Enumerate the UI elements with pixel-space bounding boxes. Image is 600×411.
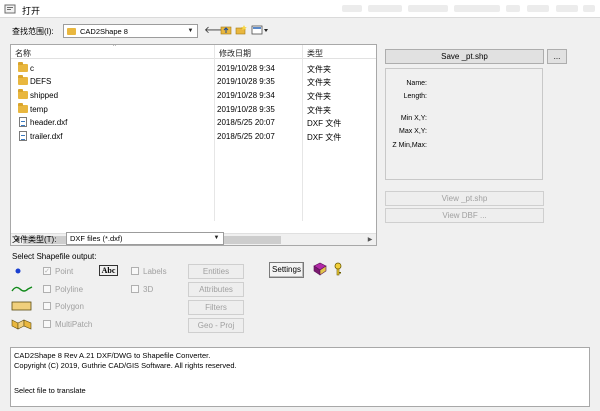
settings-button[interactable]: Settings xyxy=(269,262,304,278)
file-type: 文件夹 xyxy=(307,65,331,74)
multipatch-label: MultiPatch xyxy=(55,320,93,329)
blurred-title-text xyxy=(454,5,500,12)
new-folder-icon[interactable] xyxy=(234,24,248,38)
blurred-title-text xyxy=(408,5,448,12)
window-title: 打开 xyxy=(22,6,41,16)
file-date: 2018/5/25 20:07 xyxy=(217,118,275,127)
polygon-checkbox[interactable] xyxy=(43,302,51,310)
folder-icon xyxy=(67,28,76,35)
status-line-2: Copyright (C) 2019, Guthrie CAD/GIS Soft… xyxy=(14,361,237,370)
entities-button[interactable]: Entities xyxy=(188,264,244,279)
labels-label: Labels xyxy=(143,267,167,276)
polyline-checkbox[interactable] xyxy=(43,285,51,293)
folder-icon xyxy=(18,62,28,72)
labels-checkbox[interactable] xyxy=(131,267,139,275)
list-item[interactable]: shipped 2019/10/28 9:34 文件夹 xyxy=(11,89,376,102)
lookin-value: CAD2Shape 8 xyxy=(80,27,128,36)
folder-icon xyxy=(18,103,28,113)
status-line-3: Select file to translate xyxy=(14,386,86,395)
point-checkbox[interactable]: ✓ xyxy=(43,267,51,275)
point-icon xyxy=(15,268,21,274)
folder-icon xyxy=(18,75,28,85)
file-date: 2019/10/28 9:34 xyxy=(217,64,275,73)
save-shp-button[interactable]: Save _pt.shp xyxy=(385,49,544,64)
dxf-file-icon xyxy=(19,131,27,141)
multipatch-checkbox[interactable] xyxy=(43,320,51,328)
attributes-button[interactable]: Attributes xyxy=(188,282,244,297)
browse-button[interactable]: ... xyxy=(547,49,567,64)
blurred-title-text xyxy=(583,5,595,12)
list-item[interactable]: c 2019/10/28 9:34 文件夹 xyxy=(11,62,376,75)
column-header-date[interactable]: 修改日期 xyxy=(215,45,303,59)
filetype-combo[interactable]: DXF files (*.dxf) ▼ xyxy=(66,232,224,245)
chevron-down-icon: ▼ xyxy=(187,28,194,34)
file-date: 2019/10/28 9:35 xyxy=(217,77,275,86)
app-icon xyxy=(4,4,16,14)
info-zminmax-label: Z Min,Max: xyxy=(392,142,427,149)
file-name: temp xyxy=(30,105,48,114)
info-length-label: Length: xyxy=(403,93,427,100)
file-type: DXF 文件 xyxy=(307,119,342,128)
column-header-type[interactable]: 类型 xyxy=(303,45,376,59)
filetype-value: DXF files (*.dxf) xyxy=(70,234,123,243)
polygon-label: Polygon xyxy=(55,302,84,311)
info-panel: Name: Length: Min X,Y: Max X,Y: Z Min,Ma… xyxy=(385,68,543,180)
file-name: header.dxf xyxy=(30,118,68,127)
book-icon[interactable] xyxy=(313,262,327,276)
threed-label: 3D xyxy=(143,285,154,294)
info-minxy-label: Min X,Y: xyxy=(400,115,427,122)
list-item[interactable]: temp 2019/10/28 9:35 文件夹 xyxy=(11,103,376,116)
polyline-label: Polyline xyxy=(55,285,84,294)
threed-checkbox[interactable] xyxy=(131,285,139,293)
file-name: c xyxy=(30,64,34,73)
file-date: 2019/10/28 9:34 xyxy=(217,91,275,100)
file-name: DEFS xyxy=(30,77,52,86)
filetype-label: 文件类型(T): xyxy=(12,235,57,244)
up-folder-icon[interactable] xyxy=(219,24,233,38)
shapefile-output-heading: Select Shapefile output: xyxy=(12,252,97,261)
polygon-icon xyxy=(11,301,32,311)
open-dialog: 查找范围(I): CAD2Shape 8 ▼ 🡐 名称 修改日期 类型 ^ c … xyxy=(0,18,600,411)
list-item[interactable]: trailer.dxf 2018/5/25 20:07 DXF 文件 xyxy=(11,130,376,143)
blurred-title-text xyxy=(368,5,402,12)
file-type: 文件夹 xyxy=(307,78,331,87)
view-dbf-button[interactable]: View DBF ... xyxy=(385,208,544,223)
sort-caret-icon: ^ xyxy=(113,44,116,50)
key-icon[interactable] xyxy=(332,262,344,276)
lookin-combo[interactable]: CAD2Shape 8 ▼ xyxy=(63,24,198,38)
info-maxxy-label: Max X,Y: xyxy=(398,128,427,135)
labels-abc-icon: Abc xyxy=(99,265,118,276)
dxf-file-icon xyxy=(19,117,27,127)
scroll-right-icon[interactable]: ▶ xyxy=(365,236,375,244)
folder-icon xyxy=(18,89,28,99)
file-type: 文件夹 xyxy=(307,92,331,101)
file-type: 文件夹 xyxy=(307,106,331,115)
filters-button[interactable]: Filters xyxy=(188,300,244,315)
list-item[interactable]: header.dxf 2018/5/25 20:07 DXF 文件 xyxy=(11,116,376,129)
polyline-icon xyxy=(11,286,33,292)
back-arrow-icon[interactable]: 🡐 xyxy=(204,24,231,38)
view-menu-icon[interactable] xyxy=(250,24,270,38)
file-name: shipped xyxy=(30,91,59,100)
list-item[interactable]: DEFS 2019/10/28 9:35 文件夹 xyxy=(11,75,376,88)
blurred-title-text xyxy=(527,5,549,12)
info-name-label: Name: xyxy=(406,80,427,87)
chevron-down-icon: ▼ xyxy=(213,235,220,241)
status-line-1: CAD2Shape 8 Rev A.21 DXF/DWG to Shapefil… xyxy=(14,351,211,360)
view-pt-shp-button[interactable]: View _pt.shp xyxy=(385,191,544,206)
file-type: DXF 文件 xyxy=(307,133,342,142)
point-label: Point xyxy=(55,267,74,276)
status-log: CAD2Shape 8 Rev A.21 DXF/DWG to Shapefil… xyxy=(10,347,590,407)
blurred-title-text xyxy=(342,5,362,12)
blurred-title-text xyxy=(556,5,578,12)
lookin-label: 查找范围(I): xyxy=(12,27,54,36)
file-date: 2018/5/25 20:07 xyxy=(217,132,275,141)
file-name: trailer.dxf xyxy=(30,132,63,141)
blurred-title-text xyxy=(506,5,520,12)
multipatch-icon xyxy=(11,319,32,330)
file-date: 2019/10/28 9:35 xyxy=(217,105,275,114)
file-list: 名称 修改日期 类型 ^ c 2019/10/28 9:34 文件夹 DEFS … xyxy=(10,44,377,246)
title-bar: 打开 xyxy=(0,0,600,18)
geo-proj-button[interactable]: Geo - Proj xyxy=(188,318,244,333)
